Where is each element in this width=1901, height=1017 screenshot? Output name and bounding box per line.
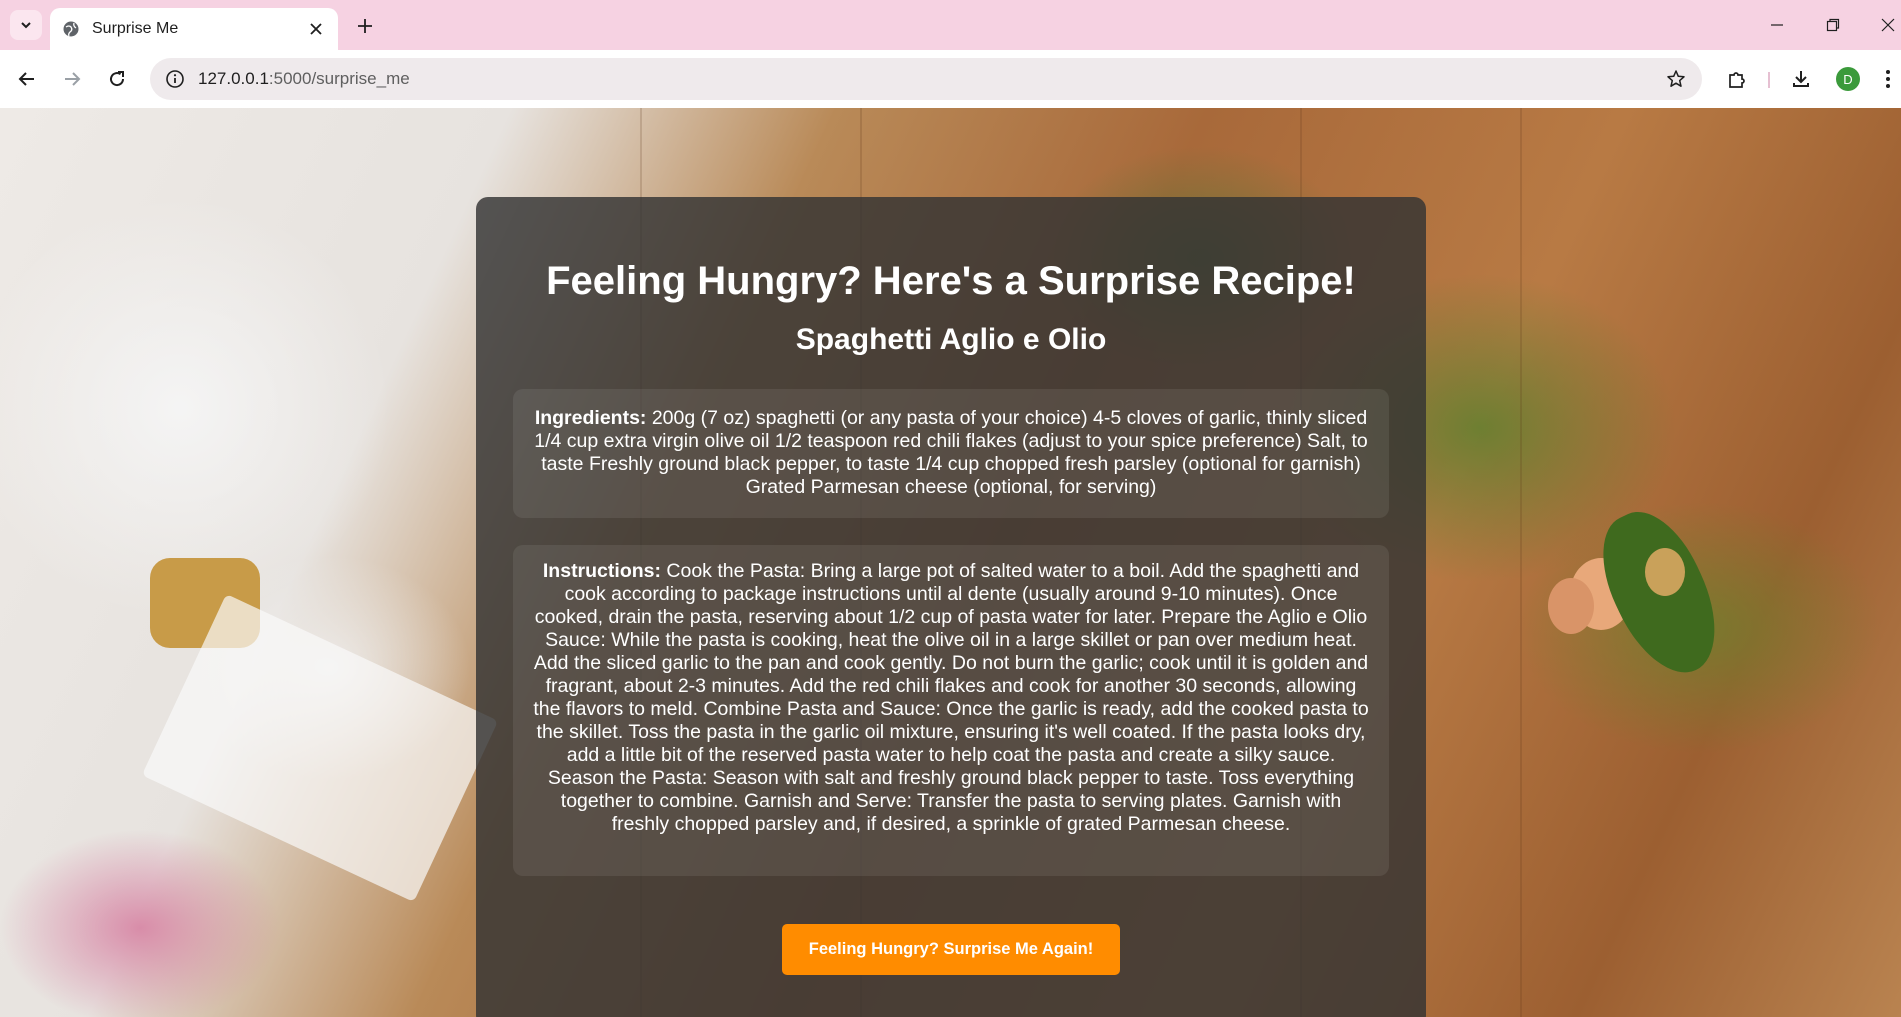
minimize-icon [1771, 24, 1783, 26]
instructions-label: Instructions: [542, 560, 661, 582]
download-icon [1793, 71, 1809, 87]
recipe-card: Feeling Hungry? Here's a Surprise Recipe… [476, 197, 1426, 1017]
puzzle-icon [1729, 72, 1745, 88]
minimize-button[interactable] [1764, 12, 1790, 38]
extensions-button[interactable] [1723, 65, 1751, 93]
arrow-left-icon [18, 72, 34, 86]
ingredients-text: 200g (7 oz) spaghetti (or any pasta of y… [534, 407, 1368, 498]
instructions-text: Cook the Pasta: Bring a large pot of sal… [533, 560, 1369, 835]
site-info-button[interactable] [164, 68, 186, 90]
reload-button[interactable] [103, 65, 131, 93]
back-button[interactable] [13, 65, 41, 93]
browser-menu-button[interactable] [1878, 65, 1898, 93]
address-bar[interactable]: 127.0.0.1:5000/surprise_me [150, 58, 1702, 100]
ingredients-label: Ingredients: [534, 407, 647, 429]
close-icon [310, 23, 322, 35]
kebab-menu-icon [1886, 70, 1890, 88]
browser-tab-strip: Surprise Me [0, 0, 1901, 50]
globe-icon [63, 21, 79, 37]
url-host: 127.0.0.1 [198, 69, 269, 88]
background-wood-plank [1520, 108, 1522, 1017]
ingredients-panel: Ingredients: 200g (7 oz) spaghetti (or a… [513, 389, 1389, 518]
restore-icon [1826, 18, 1840, 32]
recipe-name: Spaghetti Aglio e Olio [795, 323, 1107, 356]
reload-icon [110, 71, 125, 87]
page-viewport: Feeling Hungry? Here's a Surprise Recipe… [0, 108, 1901, 1017]
chevron-down-icon [21, 22, 31, 29]
url-path: :5000/surprise_me [268, 69, 410, 88]
background-egg [1548, 578, 1594, 634]
bookmark-button[interactable] [1664, 67, 1688, 91]
tab-search-button[interactable] [10, 10, 42, 40]
forward-button[interactable] [58, 65, 86, 93]
restore-button[interactable] [1820, 12, 1846, 38]
tab-close-button[interactable] [306, 19, 326, 39]
toolbar-separator [1768, 72, 1770, 88]
instructions-panel: Instructions: Cook the Pasta: Bring a la… [513, 545, 1389, 876]
new-tab-button[interactable] [352, 13, 378, 39]
tab-surprise-me[interactable]: Surprise Me [50, 8, 338, 50]
close-icon [1881, 18, 1895, 32]
profile-avatar[interactable]: D [1836, 67, 1860, 91]
downloads-button[interactable] [1787, 65, 1815, 93]
star-icon [1667, 70, 1685, 87]
arrow-right-icon [65, 72, 81, 86]
background-avocado-seed [1645, 548, 1685, 596]
browser-toolbar: 127.0.0.1:5000/surprise_me D [0, 50, 1901, 108]
plus-icon [358, 19, 372, 33]
tab-title: Surprise Me [92, 20, 179, 37]
url-text: 127.0.0.1:5000/surprise_me [198, 69, 1664, 89]
close-window-button[interactable] [1875, 12, 1901, 38]
page-title: Feeling Hungry? Here's a Surprise Recipe… [546, 259, 1356, 303]
surprise-me-again-button[interactable]: Feeling Hungry? Surprise Me Again! [782, 924, 1120, 975]
info-icon [166, 70, 184, 88]
